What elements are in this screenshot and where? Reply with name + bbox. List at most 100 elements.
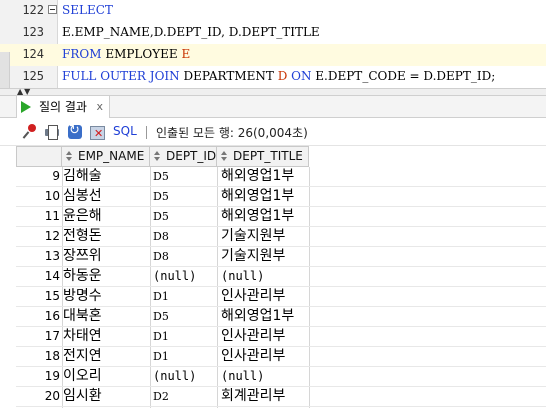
freeze-pin-icon[interactable]	[22, 124, 38, 140]
cell-emp-name[interactable]: 윤은해	[63, 207, 102, 227]
row-number[interactable]: 11	[16, 207, 60, 227]
cell-emp-name[interactable]: 임시환	[63, 387, 102, 407]
cell-dept-title[interactable]: 해외영업1부	[221, 307, 294, 327]
table-row[interactable]: 11 윤은해 D5 해외영업1부	[16, 207, 546, 227]
cell-emp-name[interactable]: 차태연	[63, 327, 102, 347]
table-row[interactable]: 13 장쯔위 D8 기술지원부	[16, 247, 546, 267]
cell-dept-id[interactable]: D8	[153, 247, 169, 267]
cell-dept-id[interactable]: D2	[153, 387, 169, 407]
table-row[interactable]: 9 김해술 D5 해외영업1부	[16, 167, 546, 187]
cell-emp-name[interactable]: 하동운	[63, 267, 102, 287]
table-row[interactable]: 15 방명수 D1 인사관리부	[16, 287, 546, 307]
row-number[interactable]: 16	[16, 307, 60, 327]
column-header-dept-title[interactable]: DEPT_TITLE	[217, 146, 309, 167]
code-text[interactable]: SELECT	[62, 3, 113, 17]
row-number[interactable]: 9	[16, 167, 60, 187]
table-row[interactable]: 18 전지연 D1 인사관리부	[16, 347, 546, 367]
cell-dept-title[interactable]: 해외영업1부	[221, 187, 294, 207]
cell-dept-id[interactable]: D5	[153, 307, 169, 327]
table-row[interactable]: 17 차태연 D1 인사관리부	[16, 327, 546, 347]
code-line[interactable]: 122 SELECT	[0, 0, 546, 22]
cell-dept-id[interactable]: (null)	[153, 267, 196, 287]
code-line[interactable]: 125 FULL OUTER JOIN DEPARTMENT D ON E.DE…	[0, 66, 546, 88]
row-number[interactable]: 10	[16, 187, 60, 207]
cell-dept-title[interactable]: (null)	[221, 267, 264, 287]
code-token: D	[277, 69, 288, 83]
fold-collapse-icon[interactable]	[48, 5, 57, 14]
cell-dept-title[interactable]: 회계관리부	[221, 387, 285, 407]
code-text[interactable]: FULL OUTER JOIN DEPARTMENT D ON E.DEPT_C…	[62, 69, 495, 83]
column-header-dept-id[interactable]: DEPT_ID	[150, 146, 217, 167]
grid-rows: 9 김해술 D5 해외영업1부 10 심봉선 D5 해외영업1부 11 윤은해 D5 해외영업1부 12…	[16, 167, 546, 407]
results-tabbar: 질의 결과 x	[0, 96, 546, 118]
cell-emp-name[interactable]: 김해술	[63, 167, 102, 187]
column-header-emp-name[interactable]: EMP_NAME	[62, 146, 150, 167]
cell-dept-title[interactable]: 인사관리부	[221, 287, 285, 307]
cell-dept-id[interactable]: D1	[153, 327, 169, 347]
cell-emp-name[interactable]: 방명수	[63, 287, 102, 307]
code-token: E.DEPT_CODE = D.DEPT_ID;	[315, 69, 496, 83]
table-row[interactable]: 20 임시환 D2 회계관리부	[16, 387, 546, 407]
row-number[interactable]: 13	[16, 247, 60, 267]
sort-icon[interactable]	[65, 150, 74, 163]
row-number[interactable]: 12	[16, 227, 60, 247]
row-number[interactable]: 19	[16, 367, 60, 387]
row-number[interactable]: 14	[16, 267, 60, 287]
code-token: FULL OUTER JOIN	[62, 69, 184, 83]
cell-emp-name[interactable]: 전형돈	[63, 227, 102, 247]
cell-dept-id[interactable]: D1	[153, 287, 169, 307]
splitter-arrows-icon[interactable]: ▲▼	[17, 88, 31, 96]
cell-dept-title[interactable]: 인사관리부	[221, 347, 285, 367]
row-number[interactable]: 20	[16, 387, 60, 407]
code-line[interactable]: 123 E.EMP_NAME,D.DEPT_ID, D.DEPT_TITLE	[0, 22, 546, 44]
result-grid[interactable]: EMP_NAME DEPT_ID DEPT_TITLE 9 김해술 D5 해외영업1부…	[16, 146, 546, 408]
code-line-current[interactable]: 124 FROM EMPLOYEE E	[0, 44, 546, 66]
sql-editor[interactable]: 122 SELECT 123 E.EMP_NAME,D.DEPT_ID, D.D…	[0, 0, 546, 88]
code-token: E.EMP_NAME,D.DEPT_ID, D.DEPT_TITLE	[62, 25, 320, 39]
grid-header: EMP_NAME DEPT_ID DEPT_TITLE	[16, 146, 546, 167]
code-token: E	[181, 47, 191, 61]
cell-emp-name[interactable]: 심봉선	[63, 187, 102, 207]
refresh-icon[interactable]	[67, 123, 83, 140]
cell-dept-title[interactable]: 인사관리부	[221, 327, 285, 347]
tab-label: 질의 결과	[39, 100, 87, 114]
cell-dept-id[interactable]: D8	[153, 227, 169, 247]
table-row[interactable]: 12 전형돈 D8 기술지원부	[16, 227, 546, 247]
fetch-status: 인출된 모든 행: 26(0,004초)	[156, 126, 308, 140]
code-token: DEPARTMENT	[183, 69, 278, 83]
cell-emp-name[interactable]: 이오리	[63, 367, 102, 387]
line-number: 123	[22, 25, 44, 39]
row-number[interactable]: 17	[16, 327, 60, 347]
table-row[interactable]: 14 하동운 (null) (null)	[16, 267, 546, 287]
cell-dept-title[interactable]: 해외영업1부	[221, 167, 294, 187]
row-number[interactable]: 15	[16, 287, 60, 307]
panel-splitter[interactable]: ▲▼	[0, 88, 546, 96]
code-text[interactable]: E.EMP_NAME,D.DEPT_ID, D.DEPT_TITLE	[62, 25, 320, 39]
cell-dept-title[interactable]: 기술지원부	[221, 247, 285, 267]
code-text[interactable]: FROM EMPLOYEE E	[62, 47, 190, 61]
cell-emp-name[interactable]: 대북혼	[63, 307, 102, 327]
tab-query-result[interactable]: 질의 결과 x	[16, 96, 110, 118]
table-row[interactable]: 10 심봉선 D5 해외영업1부	[16, 187, 546, 207]
cell-dept-title[interactable]: 해외영업1부	[221, 207, 294, 227]
sort-icon[interactable]	[220, 150, 229, 163]
cell-dept-title[interactable]: (null)	[221, 367, 264, 387]
cell-dept-id[interactable]: (null)	[153, 367, 196, 387]
table-row[interactable]: 19 이오리 (null) (null)	[16, 367, 546, 387]
editor-scrollbar[interactable]	[0, 52, 10, 88]
cell-emp-name[interactable]: 장쯔위	[63, 247, 102, 267]
cell-dept-title[interactable]: 기술지원부	[221, 227, 285, 247]
cell-emp-name[interactable]: 전지연	[63, 347, 102, 367]
tab-close-icon[interactable]: x	[96, 96, 103, 118]
sql-button[interactable]: SQL	[113, 124, 137, 138]
cell-dept-id[interactable]: D5	[153, 207, 169, 227]
row-number[interactable]: 18	[16, 347, 60, 367]
table-row[interactable]: 16 대북혼 D5 해외영업1부	[16, 307, 546, 327]
cell-dept-id[interactable]: D5	[153, 187, 169, 207]
editor-lines: 122 SELECT 123 E.EMP_NAME,D.DEPT_ID, D.D…	[0, 0, 546, 88]
sort-icon[interactable]	[153, 150, 162, 163]
clear-results-icon[interactable]	[89, 124, 105, 140]
cell-dept-id[interactable]: D1	[153, 347, 169, 367]
cell-dept-id[interactable]: D5	[153, 167, 169, 187]
print-icon[interactable]	[44, 124, 60, 140]
